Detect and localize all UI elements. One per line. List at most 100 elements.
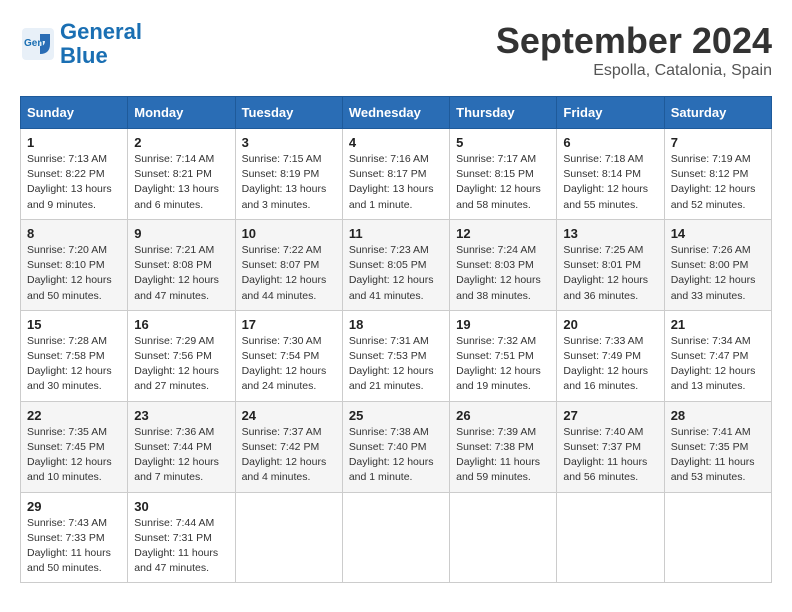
day-info: Sunrise: 7:23 AM Sunset: 8:05 PM Dayligh… — [349, 243, 443, 304]
day-info: Sunrise: 7:39 AM Sunset: 7:38 PM Dayligh… — [456, 425, 550, 486]
day-info: Sunrise: 7:29 AM Sunset: 7:56 PM Dayligh… — [134, 334, 228, 395]
day-number: 10 — [242, 226, 336, 241]
day-info: Sunrise: 7:20 AM Sunset: 8:10 PM Dayligh… — [27, 243, 121, 304]
calendar-cell: 29 Sunrise: 7:43 AM Sunset: 7:33 PM Dayli… — [21, 492, 128, 583]
calendar-cell — [235, 492, 342, 583]
day-info: Sunrise: 7:33 AM Sunset: 7:49 PM Dayligh… — [563, 334, 657, 395]
week-row-4: 22 Sunrise: 7:35 AM Sunset: 7:45 PM Dayli… — [21, 401, 772, 492]
day-info: Sunrise: 7:19 AM Sunset: 8:12 PM Dayligh… — [671, 152, 765, 213]
calendar-cell: 7 Sunrise: 7:19 AM Sunset: 8:12 PM Daylig… — [664, 129, 771, 220]
calendar-cell: 25 Sunrise: 7:38 AM Sunset: 7:40 PM Dayli… — [342, 401, 449, 492]
calendar-cell: 9 Sunrise: 7:21 AM Sunset: 8:08 PM Daylig… — [128, 219, 235, 310]
column-header-sunday: Sunday — [21, 97, 128, 129]
day-info: Sunrise: 7:17 AM Sunset: 8:15 PM Dayligh… — [456, 152, 550, 213]
calendar-cell: 20 Sunrise: 7:33 AM Sunset: 7:49 PM Dayli… — [557, 310, 664, 401]
column-header-wednesday: Wednesday — [342, 97, 449, 129]
logo-icon: Gen — [20, 26, 56, 62]
calendar-cell: 30 Sunrise: 7:44 AM Sunset: 7:31 PM Dayli… — [128, 492, 235, 583]
calendar-cell: 17 Sunrise: 7:30 AM Sunset: 7:54 PM Dayli… — [235, 310, 342, 401]
day-number: 5 — [456, 135, 550, 150]
column-header-saturday: Saturday — [664, 97, 771, 129]
day-info: Sunrise: 7:35 AM Sunset: 7:45 PM Dayligh… — [27, 425, 121, 486]
day-number: 25 — [349, 408, 443, 423]
day-number: 12 — [456, 226, 550, 241]
week-row-1: 1 Sunrise: 7:13 AM Sunset: 8:22 PM Daylig… — [21, 129, 772, 220]
day-number: 21 — [671, 317, 765, 332]
day-info: Sunrise: 7:15 AM Sunset: 8:19 PM Dayligh… — [242, 152, 336, 213]
calendar-cell: 14Sunrise: 7:26 AM Sunset: 8:00 PM Dayli… — [664, 219, 771, 310]
day-number: 23 — [134, 408, 228, 423]
column-header-tuesday: Tuesday — [235, 97, 342, 129]
calendar-cell: 28Sunrise: 7:41 AM Sunset: 7:35 PM Dayli… — [664, 401, 771, 492]
logo-text: General Blue — [60, 20, 142, 68]
day-info: Sunrise: 7:25 AM Sunset: 8:01 PM Dayligh… — [563, 243, 657, 304]
calendar-cell: 22 Sunrise: 7:35 AM Sunset: 7:45 PM Dayli… — [21, 401, 128, 492]
calendar-cell: 6 Sunrise: 7:18 AM Sunset: 8:14 PM Daylig… — [557, 129, 664, 220]
day-info: Sunrise: 7:13 AM Sunset: 8:22 PM Dayligh… — [27, 152, 121, 213]
day-info: Sunrise: 7:30 AM Sunset: 7:54 PM Dayligh… — [242, 334, 336, 395]
day-info: Sunrise: 7:24 AM Sunset: 8:03 PM Dayligh… — [456, 243, 550, 304]
day-number: 6 — [563, 135, 657, 150]
day-info: Sunrise: 7:28 AM Sunset: 7:58 PM Dayligh… — [27, 334, 121, 395]
day-number: 19 — [456, 317, 550, 332]
day-info: Sunrise: 7:32 AM Sunset: 7:51 PM Dayligh… — [456, 334, 550, 395]
day-number: 4 — [349, 135, 443, 150]
calendar-cell: 27 Sunrise: 7:40 AM Sunset: 7:37 PM Dayli… — [557, 401, 664, 492]
day-number: 22 — [27, 408, 121, 423]
calendar-cell — [557, 492, 664, 583]
day-info: Sunrise: 7:43 AM Sunset: 7:33 PM Dayligh… — [27, 516, 121, 577]
calendar-cell: 16 Sunrise: 7:29 AM Sunset: 7:56 PM Dayli… — [128, 310, 235, 401]
calendar-cell: 10 Sunrise: 7:22 AM Sunset: 8:07 PM Dayli… — [235, 219, 342, 310]
day-info: Sunrise: 7:21 AM Sunset: 8:08 PM Dayligh… — [134, 243, 228, 304]
calendar-cell — [342, 492, 449, 583]
day-info: Sunrise: 7:38 AM Sunset: 7:40 PM Dayligh… — [349, 425, 443, 486]
column-header-monday: Monday — [128, 97, 235, 129]
calendar-cell: 23 Sunrise: 7:36 AM Sunset: 7:44 PM Dayli… — [128, 401, 235, 492]
calendar-cell: 19 Sunrise: 7:32 AM Sunset: 7:51 PM Dayli… — [450, 310, 557, 401]
day-number: 3 — [242, 135, 336, 150]
day-info: Sunrise: 7:44 AM Sunset: 7:31 PM Dayligh… — [134, 516, 228, 577]
day-info: Sunrise: 7:22 AM Sunset: 8:07 PM Dayligh… — [242, 243, 336, 304]
day-number: 8 — [27, 226, 121, 241]
day-info: Sunrise: 7:36 AM Sunset: 7:44 PM Dayligh… — [134, 425, 228, 486]
calendar-cell: 3 Sunrise: 7:15 AM Sunset: 8:19 PM Daylig… — [235, 129, 342, 220]
day-number: 27 — [563, 408, 657, 423]
calendar-cell: 24 Sunrise: 7:37 AM Sunset: 7:42 PM Dayli… — [235, 401, 342, 492]
calendar-cell — [664, 492, 771, 583]
day-info: Sunrise: 7:26 AM Sunset: 8:00 PM Dayligh… — [671, 243, 765, 304]
week-row-2: 8 Sunrise: 7:20 AM Sunset: 8:10 PM Daylig… — [21, 219, 772, 310]
calendar-cell: 15 Sunrise: 7:28 AM Sunset: 7:58 PM Dayli… — [21, 310, 128, 401]
column-header-friday: Friday — [557, 97, 664, 129]
calendar-cell: 13 Sunrise: 7:25 AM Sunset: 8:01 PM Dayli… — [557, 219, 664, 310]
day-info: Sunrise: 7:34 AM Sunset: 7:47 PM Dayligh… — [671, 334, 765, 395]
day-number: 16 — [134, 317, 228, 332]
day-info: Sunrise: 7:40 AM Sunset: 7:37 PM Dayligh… — [563, 425, 657, 486]
calendar-cell: 5 Sunrise: 7:17 AM Sunset: 8:15 PM Daylig… — [450, 129, 557, 220]
day-number: 20 — [563, 317, 657, 332]
day-number: 7 — [671, 135, 765, 150]
page-header: Gen General Blue September 2024 Espolla,… — [20, 20, 772, 80]
day-number: 24 — [242, 408, 336, 423]
day-number: 13 — [563, 226, 657, 241]
day-info: Sunrise: 7:41 AM Sunset: 7:35 PM Dayligh… — [671, 425, 765, 486]
day-number: 29 — [27, 499, 121, 514]
calendar-cell: 8 Sunrise: 7:20 AM Sunset: 8:10 PM Daylig… — [21, 219, 128, 310]
day-number: 17 — [242, 317, 336, 332]
day-number: 30 — [134, 499, 228, 514]
day-info: Sunrise: 7:37 AM Sunset: 7:42 PM Dayligh… — [242, 425, 336, 486]
day-info: Sunrise: 7:31 AM Sunset: 7:53 PM Dayligh… — [349, 334, 443, 395]
day-number: 1 — [27, 135, 121, 150]
day-number: 2 — [134, 135, 228, 150]
calendar-cell: 2 Sunrise: 7:14 AM Sunset: 8:21 PM Daylig… — [128, 129, 235, 220]
calendar-cell: 21 Sunrise: 7:34 AM Sunset: 7:47 PM Dayli… — [664, 310, 771, 401]
day-number: 9 — [134, 226, 228, 241]
day-info: Sunrise: 7:14 AM Sunset: 8:21 PM Dayligh… — [134, 152, 228, 213]
calendar-cell — [450, 492, 557, 583]
calendar-cell: 1 Sunrise: 7:13 AM Sunset: 8:22 PM Daylig… — [21, 129, 128, 220]
calendar-cell: 4 Sunrise: 7:16 AM Sunset: 8:17 PM Daylig… — [342, 129, 449, 220]
day-info: Sunrise: 7:16 AM Sunset: 8:17 PM Dayligh… — [349, 152, 443, 213]
day-info: Sunrise: 7:18 AM Sunset: 8:14 PM Dayligh… — [563, 152, 657, 213]
day-number: 15 — [27, 317, 121, 332]
day-number: 11 — [349, 226, 443, 241]
calendar-cell: 26Sunrise: 7:39 AM Sunset: 7:38 PM Dayli… — [450, 401, 557, 492]
